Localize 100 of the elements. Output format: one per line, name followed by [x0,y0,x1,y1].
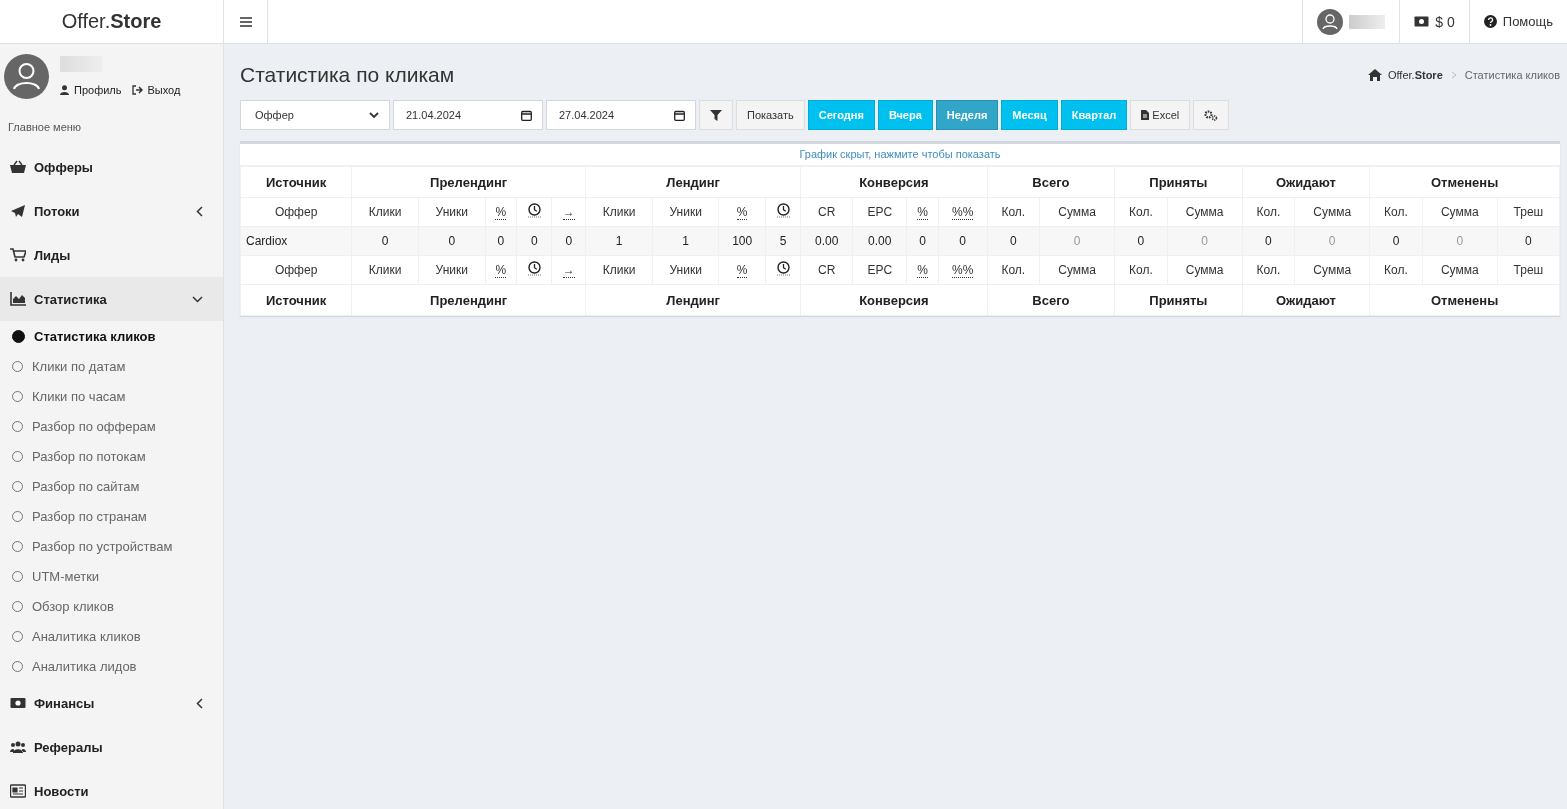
column-footer: Треш [1513,263,1544,277]
submenu-item[interactable]: Разбор по устройствам [0,531,223,561]
column-header: CR [818,205,836,219]
submenu-item[interactable]: Аналитика лидов [0,651,223,681]
newspaper-icon [10,784,26,798]
breadcrumb-home-link[interactable]: Offer.Store [1367,69,1443,81]
table-cell: 0 [1167,226,1243,256]
logout-icon [131,85,143,95]
banknote-icon [10,696,26,710]
submenu-item[interactable]: Клики по часам [0,381,223,411]
avatar-icon [1317,8,1344,35]
column-header: Треш [1513,205,1544,219]
table-cell: 0 [351,226,419,256]
balance-amount: $ 0 [1435,13,1455,30]
show-chart-link[interactable]: График скрыт, нажмите чтобы показать [799,148,1001,160]
column-header: Клики [602,205,636,219]
column-footer: Кол. [1256,263,1281,277]
table-cell: 0 [1242,226,1295,256]
table-cell: 0 [1497,226,1560,256]
column-footer: → [562,263,575,278]
column-group-header: Лендинг [585,166,801,198]
calendar-icon [674,109,685,121]
column-group-footer: Отменены [1369,284,1560,316]
column-group-footer: Прелендинг [351,284,586,316]
submenu-item[interactable]: Обзор кликов [0,591,223,621]
column-group-header: Прелендинг [351,166,586,198]
help-icon [1483,15,1497,28]
area-chart-icon [10,292,26,306]
excel-button[interactable]: Excel [1130,100,1191,130]
column-group-footer: Приняты [1114,284,1243,316]
column-footer: Клики [602,263,636,277]
table-cell: 1 [652,226,719,256]
column-footer: % [495,263,507,278]
basket-icon [10,160,26,174]
submenu-item[interactable]: UTM-метки [0,561,223,591]
column-header: % [736,205,748,220]
settings-button[interactable] [1193,100,1230,130]
submenu-item[interactable]: Разбор по офферам [0,411,223,441]
chevron-down-icon [369,111,379,119]
submenu-item[interactable]: Разбор по сайтам [0,471,223,501]
offer-select[interactable]: Оффер [240,100,390,130]
column-group-footer: Ожидают [1242,284,1370,316]
chevron-left-icon [196,205,203,217]
show-button[interactable]: Показать [736,100,805,130]
column-header: Кол. [1256,205,1281,219]
filter-button[interactable] [699,100,733,130]
column-footer: Кол. [1001,263,1026,277]
date-from-field[interactable]: 21.04.2024 [393,100,543,130]
column-group-footer: Всего [987,284,1115,316]
column-header: % [495,205,507,220]
column-group-header: Приняты [1114,166,1243,198]
column-footer: CR [818,263,836,277]
submenu-item[interactable]: Разбор по потокам [0,441,223,471]
chevron-left-icon [196,697,203,709]
sidebar-item[interactable]: Новости [0,769,223,809]
column-footer: Уники [435,263,468,277]
column-footer: EPC [867,263,893,277]
column-footer: % [917,263,928,278]
menu-header: Главное меню [7,120,83,135]
column-header: Кол. [1001,205,1026,219]
sidebar-item[interactable]: Потоки [0,189,223,233]
sidebar-item[interactable]: Статистика [0,277,223,321]
column-group-header: Источник [240,166,352,198]
column-footer: Клики [368,263,402,277]
submenu-item[interactable]: Аналитика кликов [0,621,223,651]
banknote-icon [1414,16,1430,27]
clock-icon [776,203,790,218]
table-cell: Cardiox [240,226,352,256]
column-group-header: Ожидают [1242,166,1370,198]
date-to-field[interactable]: 27.04.2024 [546,100,696,130]
column-footer: Уники [669,263,702,277]
sidebar-item[interactable]: Финансы [0,681,223,725]
profile-link[interactable]: Профиль [60,84,122,96]
avatar-icon [4,54,49,99]
column-group-header: Всего [987,166,1115,198]
calendar-icon [521,109,532,121]
clock-icon [527,203,541,218]
logout-link[interactable]: Выход [131,84,181,96]
submenu-item[interactable]: Статистика кликов [0,321,223,351]
column-footer: Сумма [1440,263,1479,277]
column-header: Оффер [274,205,318,219]
column-header: Кол. [1129,205,1153,219]
sidebar-item[interactable]: Рефералы [0,725,223,769]
column-header: Сумма [1185,205,1224,219]
column-footer: % [736,263,748,278]
column-footer: %% [952,263,974,278]
column-header: Уники [435,205,468,219]
chevron-down-icon [192,295,203,303]
sidebar-item[interactable]: Лиды [0,233,223,277]
home-icon [1367,69,1382,81]
submenu-item[interactable]: Клики по датам [0,351,223,381]
filter-icon [710,109,722,121]
column-footer: Сумма [1185,263,1224,277]
page-title: Статистика по кликам [240,63,455,87]
document-icon [1141,110,1150,120]
submenu-item[interactable]: Разбор по странам [0,501,223,531]
sidebar-item[interactable]: Офферы [0,145,223,189]
column-footer: Кол. [1129,263,1153,277]
column-group-footer: Конверсия [800,284,988,316]
help-label: Помощь [1502,14,1553,29]
